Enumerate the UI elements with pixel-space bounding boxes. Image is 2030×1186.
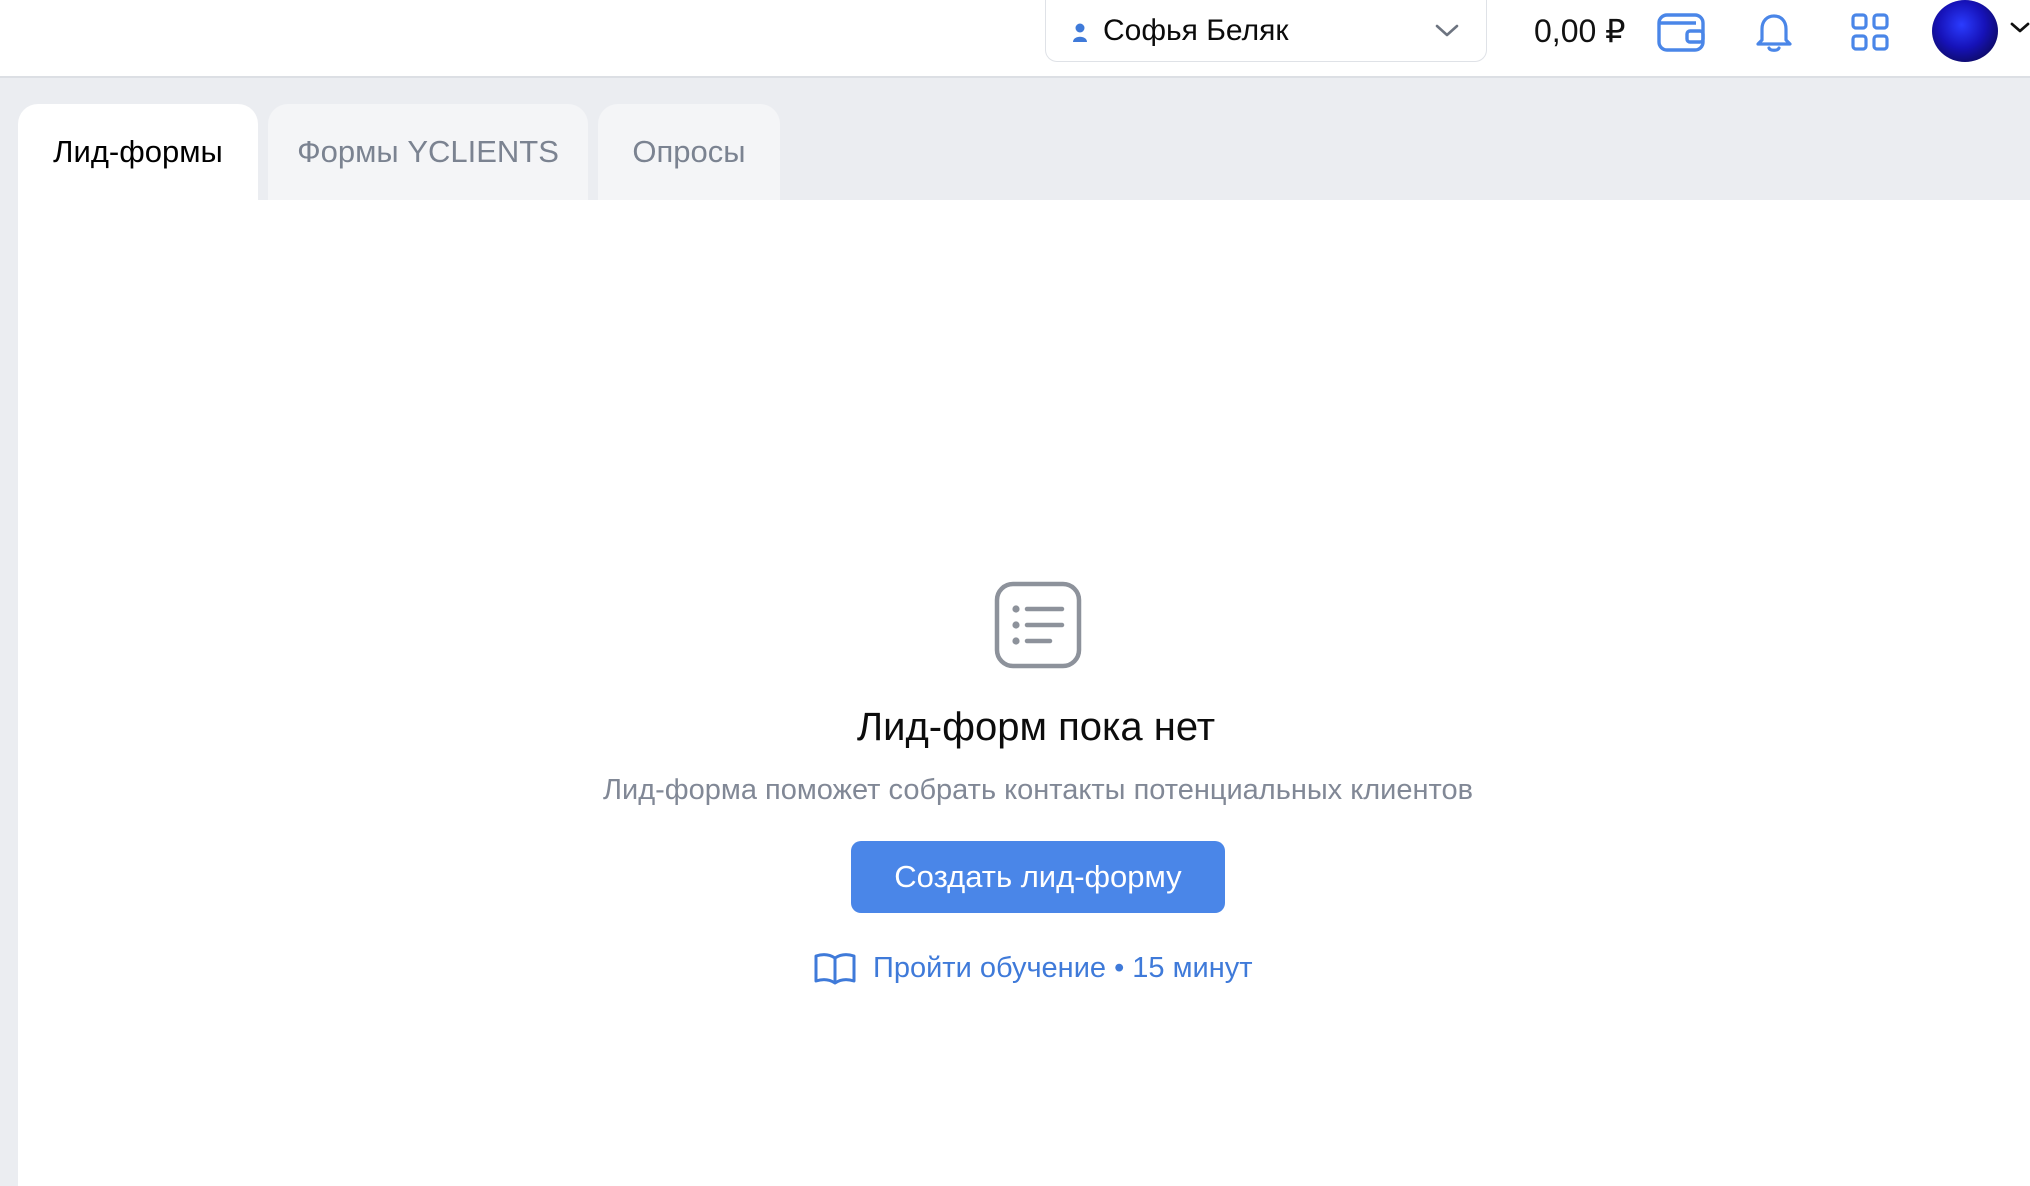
balance-amount: 0,00 ₽ [1534,13,1626,49]
person-icon [1073,23,1087,42]
content-panel: Лид-форм пока нет Лид-форма поможет собр… [18,200,2030,1186]
account-selector[interactable]: Софья Беляк [1045,0,1487,62]
empty-state-subtitle: Лид-форма поможет собрать контакты потен… [602,774,1474,806]
bell-icon[interactable] [1752,10,1796,54]
top-bar: Софья Беляк 0,00 ₽ [0,0,2030,78]
avatar[interactable] [1932,0,1998,62]
chevron-down-icon[interactable] [2010,20,2030,36]
apps-grid-icon[interactable] [1850,12,1890,52]
list-icon [994,581,1082,669]
tutorial-link[interactable]: Пройти обучение • 15 минут [814,946,1253,990]
tab-surveys[interactable]: Опросы [598,104,780,200]
account-name: Софья Беляк [1103,14,1289,47]
empty-state-title: Лид-форм пока нет [856,705,1216,749]
empty-state: Лид-форм пока нет Лид-форма поможет собр… [18,200,2030,1186]
tab-yclients-forms[interactable]: Формы YCLIENTS [268,104,588,200]
wallet-icon[interactable] [1656,10,1706,54]
book-icon [814,953,856,985]
tab-lead-forms[interactable]: Лид-формы [18,104,258,200]
create-lead-form-button[interactable]: Создать лид-форму [851,841,1225,913]
tutorial-link-label: Пройти обучение • 15 минут [873,952,1253,984]
chevron-down-icon [1435,24,1459,37]
